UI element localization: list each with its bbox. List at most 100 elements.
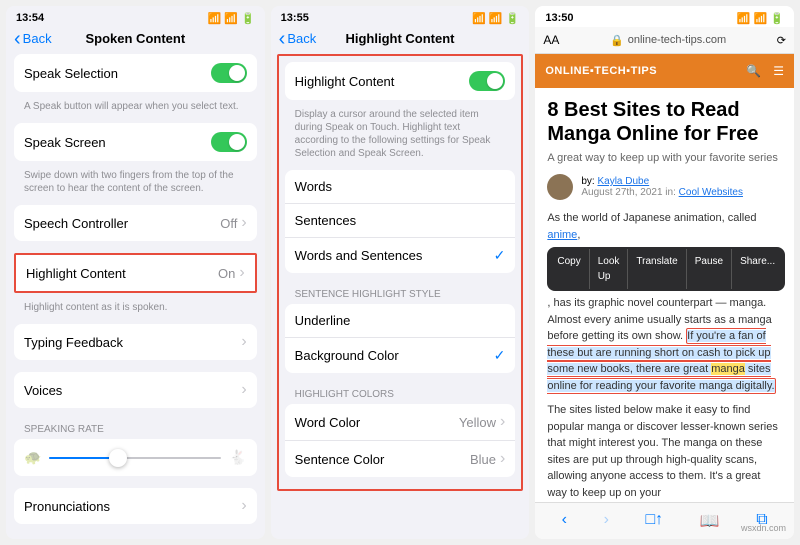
translate-button[interactable]: Translate [628,249,686,289]
anime-link[interactable]: anime [547,229,577,241]
page-title: Spoken Content [85,31,185,46]
status-bar: 13:55 📶 📶 🔋 [271,6,530,27]
row-label: Speech Controller [24,216,128,231]
author-link[interactable]: Kayla Dube [597,176,649,187]
toggle-on[interactable] [211,132,247,152]
row-label: Sentence Color [295,452,385,467]
back-icon[interactable]: ‹ [562,511,567,531]
category-link[interactable]: Cool Websites [679,187,743,198]
slider-track[interactable] [49,457,221,459]
row-label: Sentences [295,213,356,228]
checkmark-icon: ✓ [494,247,506,264]
search-icon[interactable]: 🔍 [746,64,761,78]
voices-row[interactable]: Voices [14,372,257,408]
watermark: wsxdn.com [741,523,786,533]
word-color-row[interactable]: Word Color Yellow [285,404,516,441]
page-title: Highlight Content [345,31,454,46]
slider-thumb[interactable] [109,449,127,467]
copy-button[interactable]: Copy [549,249,589,289]
nav-bar: Back Highlight Content [271,27,530,54]
underline-option[interactable]: Underline [285,304,516,338]
chevron-right-icon [500,450,505,468]
turtle-icon: 🐢 [24,449,41,466]
time: 13:54 [16,12,44,25]
phone-spoken-content: 13:54 📶 📶 🔋 Back Spoken Content Speak Se… [6,6,265,539]
row-value: Blue [470,452,496,467]
pronunciations-row[interactable]: Pronunciations [14,488,257,524]
back-button[interactable]: Back [14,31,52,46]
chevron-right-icon [241,214,246,232]
row-label: Words and Sentences [295,248,423,263]
status-bar: 13:54 📶 📶 🔋 [6,6,265,27]
chevron-right-icon [241,381,246,399]
row-label: Speak Screen [24,135,106,150]
selection-menu[interactable]: Copy Look Up Translate Pause Share... [547,247,785,291]
row-value: Yellow [459,415,496,430]
speak-selection-row[interactable]: Speak Selection [14,54,257,92]
safari-toolbar: ‹ › □↑ 📖 ⧉ [535,502,794,539]
reload-icon[interactable]: ⟳ [777,34,786,47]
chevron-right-icon [239,264,244,282]
article-title: 8 Best Sites to Read Manga Online for Fr… [547,98,782,146]
settings-list: Speak Selection A Speak button will appe… [6,54,265,530]
row-label: Speak Selection [24,66,118,81]
typing-feedback-row[interactable]: Typing Feedback [14,324,257,360]
row-label: Background Color [295,348,399,363]
toggle-on[interactable] [469,71,505,91]
article-subtitle: A great way to keep up with your favorit… [547,152,782,164]
status-icons: 📶 📶 🔋 [472,12,519,25]
row-label: Highlight Content [295,74,395,89]
nav-bar: Back Spoken Content [6,27,265,54]
row-label: Highlight Content [26,266,126,281]
phone-safari: 13:50 📶 📶 🔋 AA 🔒 online-tech-tips.com ⟳ … [535,6,794,539]
share-icon[interactable]: □↑ [645,511,663,531]
site-logo[interactable]: ONLINE▪TECH▪TIPS [545,65,657,77]
pause-button[interactable]: Pause [687,249,732,289]
paragraph: As the world of Japanese animation, call… [547,210,782,394]
time: 13:50 [545,12,573,25]
forward-icon[interactable]: › [604,511,609,531]
speak-screen-row[interactable]: Speak Screen [14,123,257,161]
bookmarks-icon[interactable]: 📖 [700,511,720,531]
url-display[interactable]: 🔒 online-tech-tips.com [559,34,776,47]
chevron-right-icon [241,497,246,515]
status-icons: 📶 📶 🔋 [737,12,784,25]
avatar [547,174,573,200]
highlight-content-row[interactable]: Highlight Content On [16,255,255,291]
section-header: SENTENCE HIGHLIGHT STYLE [285,279,516,304]
checkmark-icon: ✓ [494,347,506,364]
word-highlight: manga [711,363,745,375]
row-label: Words [295,179,332,194]
safari-url-bar[interactable]: AA 🔒 online-tech-tips.com ⟳ [535,27,794,54]
byline: by: Kayla Dube August 27th, 2021 in: Coo… [547,174,782,200]
sentences-option[interactable]: Sentences [285,204,516,238]
toggle-on[interactable] [211,63,247,83]
row-label: Voices [24,383,62,398]
sentence-color-row[interactable]: Sentence Color Blue [285,441,516,477]
speech-controller-row[interactable]: Speech Controller Off [14,205,257,241]
share-button[interactable]: Share... [732,249,783,289]
menu-icon[interactable]: ☰ [773,64,784,78]
highlight-content-toggle-row[interactable]: Highlight Content [285,62,516,100]
hint-text: Swipe down with two fingers from the top… [14,167,257,205]
by-label: by: [581,176,594,187]
speaking-rate-slider[interactable]: 🐢 🐇 [14,439,257,476]
section-header: SPEAKING RATE [14,414,257,439]
back-button[interactable]: Back [279,31,317,46]
chevron-right-icon [241,333,246,351]
reader-aa-button[interactable]: AA [543,33,559,47]
lookup-button[interactable]: Look Up [590,249,629,289]
words-option[interactable]: Words [285,170,516,204]
background-color-option[interactable]: Background Color ✓ [285,338,516,373]
hint-text: Highlight content as it is spoken. [14,299,257,324]
words-and-sentences-option[interactable]: Words and Sentences ✓ [285,238,516,273]
row-label: Word Color [295,415,361,430]
hint-text: A Speak button will appear when you sele… [14,98,257,123]
row-value: On [218,266,235,281]
phone-highlight-content: 13:55 📶 📶 🔋 Back Highlight Content Highl… [271,6,530,539]
url-text: online-tech-tips.com [628,34,726,46]
section-header: HIGHLIGHT COLORS [285,379,516,404]
highlighted-settings: Highlight Content Display a cursor aroun… [277,54,524,491]
status-icons: 📶 📶 🔋 [207,12,254,25]
chevron-right-icon [500,413,505,431]
